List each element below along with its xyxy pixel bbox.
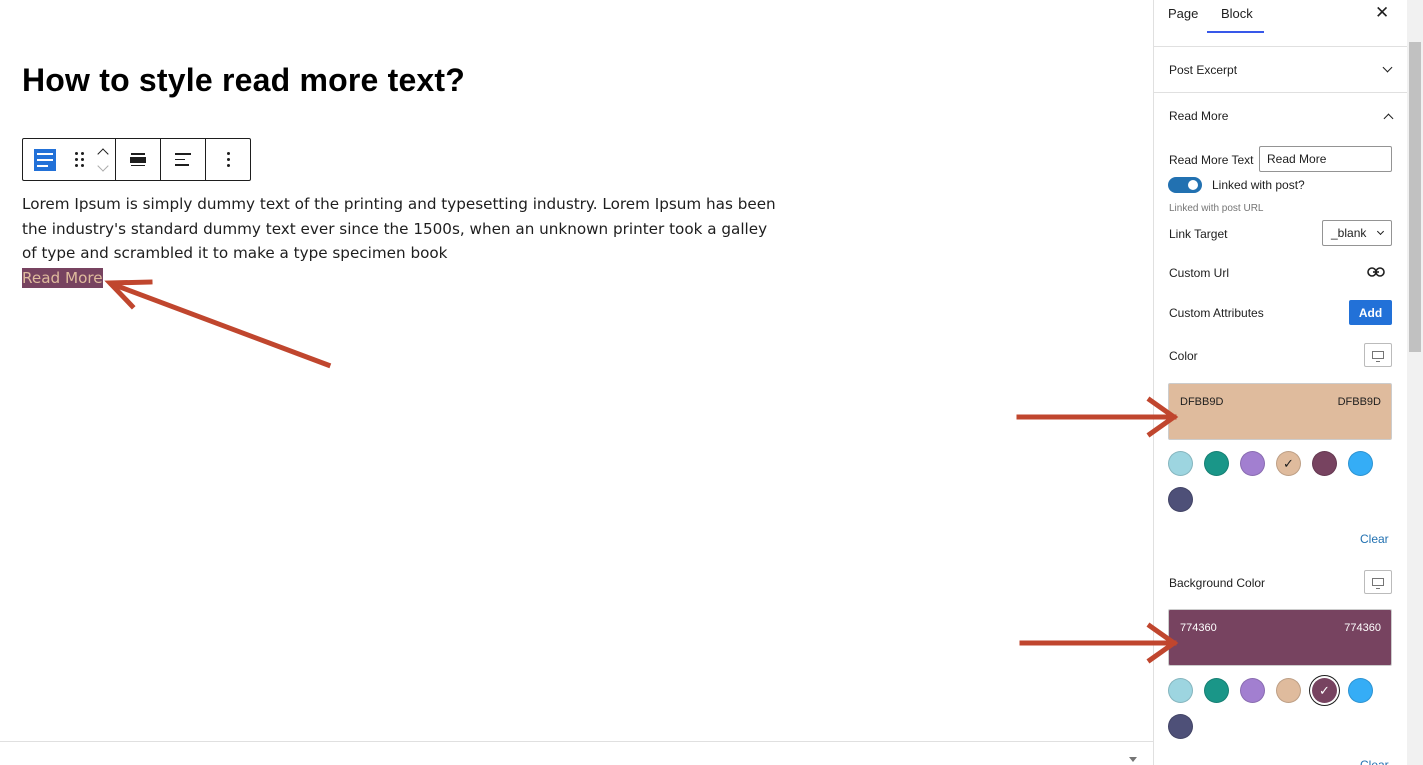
scrollbar-thumb[interactable] [1409,42,1421,352]
read-more-text-label: Read More Text [1169,153,1254,167]
read-more-text-input[interactable] [1259,146,1392,172]
block-type-button[interactable] [23,139,67,180]
move-up-icon[interactable] [97,147,109,160]
background-color-palette [1168,678,1398,739]
excerpt-paragraph[interactable]: Lorem Ipsum is simply dummy text of the … [22,192,782,290]
responsive-device-button[interactable] [1364,343,1392,367]
excerpt-text: Lorem Ipsum is simply dummy text of the … [22,195,776,262]
clear-background-color-button[interactable]: Clear [1360,758,1389,765]
linked-help-text: Linked with post URL [1169,203,1264,214]
chevron-down-icon [1382,62,1393,73]
post-title[interactable]: How to style read more text? [22,62,465,99]
block-mover-control [97,146,109,174]
responsive-device-button[interactable] [1364,570,1392,594]
desktop-icon [1372,578,1384,589]
color-option[interactable] [1168,451,1193,476]
align-left-icon [175,153,191,166]
drag-handle-icon [74,152,84,167]
block-toolbar [22,138,251,181]
color-option[interactable] [1240,451,1265,476]
drag-handle[interactable] [67,139,91,180]
block-mover[interactable] [91,139,115,180]
tab-block[interactable]: Block [1221,6,1253,21]
toolbar-group-text-align [161,139,206,180]
link-icon[interactable] [1367,266,1385,278]
link-target-label: Link Target [1169,227,1228,241]
link-target-select[interactable]: _blank [1322,220,1392,246]
background-color-picker-swatch[interactable]: 774360 774360 [1168,609,1392,666]
color-hex-right: DFBB9D [1337,396,1381,408]
settings-sidebar: Page Block ✕ Post Excerpt Read More Read… [1153,0,1407,765]
bg-color-hex-right: 774360 [1344,622,1381,634]
linked-with-post-label: Linked with post? [1212,178,1305,192]
toolbar-group-block [23,139,116,180]
toolbar-group-align [116,139,161,180]
color-hex-left: DFBB9D [1180,396,1224,408]
chevron-down-icon [1376,227,1385,236]
color-palette [1168,451,1398,512]
read-more-link[interactable]: Read More [22,267,103,288]
linked-with-post-toggle[interactable] [1168,177,1202,193]
panel-title-read-more[interactable]: Read More [1169,109,1228,123]
bg-color-hex-left: 774360 [1180,622,1217,634]
active-tab-indicator [1207,31,1264,33]
desktop-icon [1372,351,1384,362]
color-option[interactable] [1240,678,1265,703]
close-icon[interactable]: ✕ [1375,3,1389,23]
text-align-button[interactable] [161,139,205,180]
link-target-value: _blank [1331,226,1367,240]
move-down-icon[interactable] [97,159,109,172]
color-option-selected[interactable] [1276,451,1301,476]
color-label: Color [1169,349,1198,363]
toggle-knob [1188,180,1198,190]
footer-caret-icon[interactable] [1129,757,1137,762]
toolbar-group-options [206,139,250,180]
custom-url-label: Custom Url [1169,266,1230,280]
color-option-selected[interactable] [1312,678,1337,703]
sidebar-tabs: Page Block ✕ [1154,0,1407,47]
more-options-icon [226,152,230,167]
color-option[interactable] [1168,678,1193,703]
align-wide-button[interactable] [116,139,160,180]
custom-attributes-label: Custom Attributes [1169,306,1264,320]
background-color-label: Background Color [1169,576,1266,590]
color-option[interactable] [1168,487,1193,512]
paragraph-icon [34,148,56,171]
color-option[interactable] [1312,451,1337,476]
panel-title-post-excerpt: Post Excerpt [1169,63,1238,77]
chevron-up-icon[interactable] [1383,113,1394,124]
color-option[interactable] [1204,451,1229,476]
color-option[interactable] [1276,678,1301,703]
align-wide-icon [130,152,146,167]
editor-footer-divider [0,741,1153,742]
color-option[interactable] [1204,678,1229,703]
color-picker-swatch[interactable]: DFBB9D DFBB9D [1168,383,1392,440]
panel-post-excerpt[interactable]: Post Excerpt [1154,47,1407,93]
tab-page[interactable]: Page [1168,6,1198,21]
color-option[interactable] [1348,451,1373,476]
sidebar-scrollbar[interactable] [1407,0,1423,765]
color-option[interactable] [1348,678,1373,703]
editor-canvas: How to style read more text? Lorem Ipsum… [0,0,1153,765]
more-options-button[interactable] [206,139,250,180]
color-option[interactable] [1168,714,1193,739]
clear-color-button[interactable]: Clear [1360,532,1389,546]
add-attribute-button[interactable]: Add [1349,300,1392,325]
